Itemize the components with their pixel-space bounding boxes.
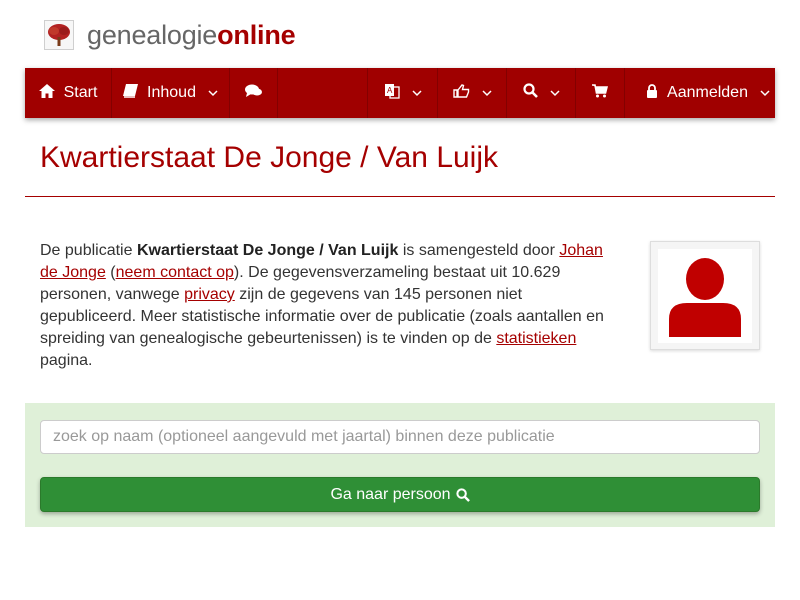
chevron-down-icon — [760, 89, 770, 97]
svg-text:A: A — [387, 86, 393, 95]
go-to-person-button[interactable]: Ga naar persoon — [40, 477, 760, 512]
nav-social[interactable] — [438, 68, 507, 118]
chevron-down-icon — [411, 89, 422, 97]
nav-contents[interactable]: Inhoud — [112, 68, 230, 118]
publication-name: Kwartierstaat De Jonge / Van Luijk — [136, 242, 399, 259]
thumbs-up-icon — [452, 83, 470, 103]
privacy-link[interactable]: privacy — [184, 286, 235, 303]
page-title: Kwartierstaat De Jonge / Van Luijk — [40, 141, 499, 174]
nav-login[interactable]: Aanmelden — [641, 68, 775, 118]
nav-start-label: Start — [63, 84, 98, 101]
chevron-down-icon — [208, 89, 218, 97]
intro-text: pagina. — [40, 352, 93, 369]
intro-text: De publicatie — [40, 242, 137, 259]
chevron-down-icon — [549, 89, 560, 97]
site-name-part2: online — [217, 20, 296, 50]
search-icon — [455, 487, 470, 502]
nav-shop[interactable] — [576, 68, 625, 118]
home-icon — [38, 83, 55, 103]
search-icon — [522, 83, 538, 103]
author-avatar[interactable] — [650, 241, 760, 350]
nav-forum[interactable] — [230, 68, 278, 118]
nav-contents-label: Inhoud — [147, 84, 196, 101]
site-name: genealogieonline — [87, 18, 296, 52]
contact-link[interactable]: neem contact op — [116, 264, 234, 281]
shopping-cart-icon — [592, 83, 609, 103]
comments-icon — [245, 84, 262, 103]
nav-login-label: Aanmelden — [667, 84, 748, 101]
nav-spacer — [278, 68, 368, 118]
nav-language[interactable]: A — [368, 68, 438, 118]
tree-icon — [44, 20, 74, 50]
site-name-part1: genealogie — [87, 20, 218, 50]
site-logo[interactable]: genealogieonline — [44, 18, 296, 52]
main-navbar: Start Inhoud A Aanmelden — [25, 68, 775, 118]
avatar-frame — [658, 248, 752, 343]
nav-search[interactable] — [507, 68, 576, 118]
intro-text: is samengesteld door — [398, 242, 560, 259]
chevron-down-icon — [481, 89, 492, 97]
person-search-panel: Ga naar persoon — [25, 403, 775, 527]
language-icon: A — [384, 83, 400, 104]
publication-description: De publicatie Kwartierstaat De Jonge / V… — [40, 240, 610, 372]
statistics-link[interactable]: statistieken — [496, 330, 576, 347]
title-divider — [25, 196, 775, 197]
nav-start[interactable]: Start — [25, 68, 112, 118]
go-to-person-label: Ga naar persoon — [330, 485, 451, 503]
user-silhouette-icon — [669, 257, 741, 337]
lock-icon — [646, 83, 658, 103]
search-input[interactable] — [40, 420, 760, 454]
intro-text: ( — [105, 264, 116, 281]
book-icon — [123, 83, 139, 103]
